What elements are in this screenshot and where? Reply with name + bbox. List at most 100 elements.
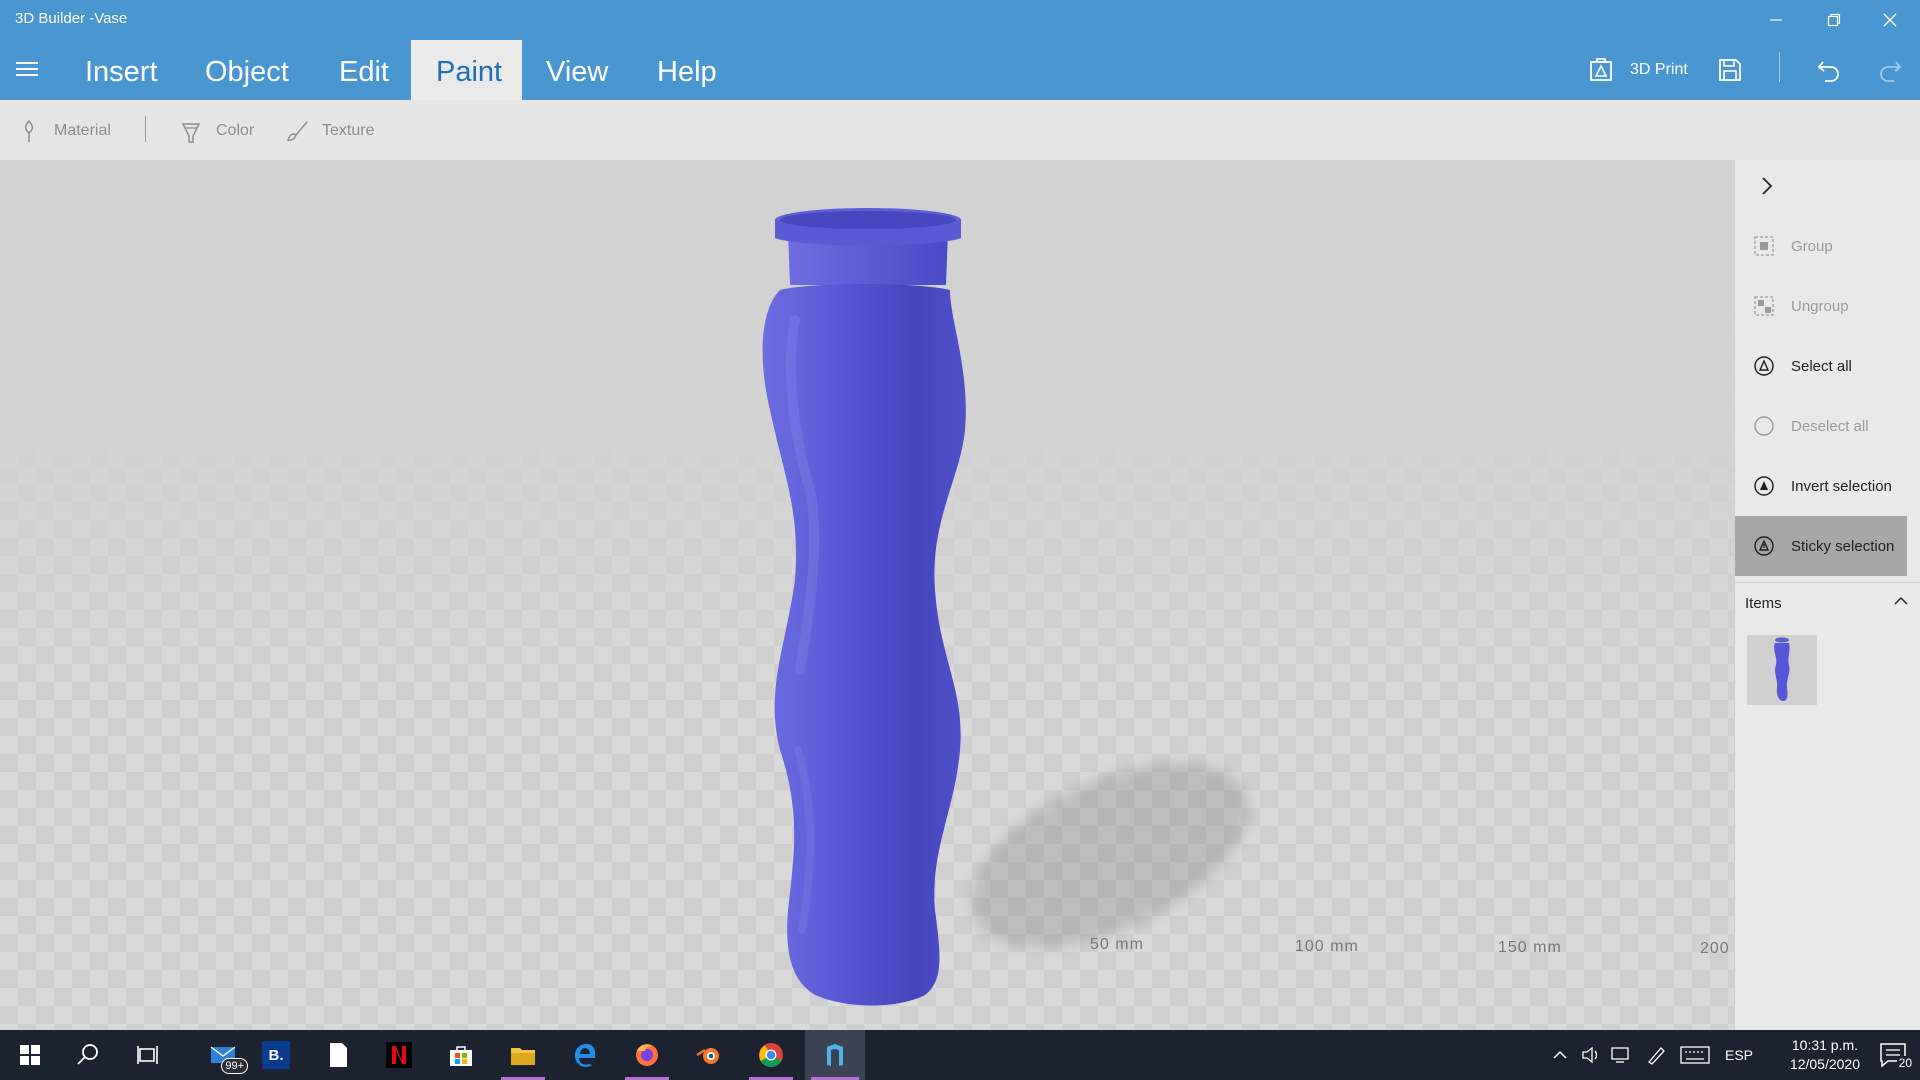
netflix-button[interactable] [371,1030,427,1080]
sticky-selection-button[interactable]: Sticky selection [1735,516,1907,576]
invert-selection-icon [1754,476,1774,496]
deselect-all-button[interactable]: Deselect all [1735,396,1907,456]
3d-print-label: 3D Print [1630,61,1688,78]
folder-icon [511,1048,535,1065]
redo-icon [1880,61,1902,82]
restore-button[interactable] [1810,0,1858,40]
document-icon [330,1043,347,1067]
task-view-button[interactable] [120,1030,176,1080]
chrome-button[interactable] [743,1030,799,1080]
search-icon [77,1044,98,1065]
3d-builder-taskbar-button[interactable] [805,1030,865,1080]
3d-print-button[interactable]: 3D Print [1588,40,1688,100]
paint-toolbar: Material Color Texture [0,100,1920,160]
tab-insert[interactable]: Insert [60,40,183,100]
vase-thumbnail-icon [1774,637,1790,701]
ungroup-icon [1754,296,1774,316]
close-button[interactable] [1866,0,1914,40]
chevron-up-icon[interactable] [1552,1047,1568,1063]
notepad-button[interactable] [310,1030,366,1080]
tab-view[interactable]: View [521,40,633,100]
save-button[interactable] [1716,40,1744,100]
3d-print-icon [1590,58,1612,81]
minimize-icon [1770,19,1782,21]
invert-selection-button[interactable]: Invert selection [1735,456,1907,516]
ruler-label: 100 mm [1295,938,1359,955]
texture-label: Texture [322,122,375,139]
deselect-all-label: Deselect all [1791,417,1869,435]
toolbar-divider [1779,52,1780,82]
task-view-icon [137,1046,158,1064]
edge-icon [574,1043,596,1067]
touch-keyboard-icon[interactable] [1680,1046,1710,1064]
paint-bucket-icon [181,123,201,143]
group-label: Group [1791,237,1833,255]
edge-browser-button[interactable] [557,1030,613,1080]
ruler-label: 200 [1700,940,1730,957]
input-language-indicator[interactable]: ESP [1725,1030,1753,1080]
ungroup-label: Ungroup [1791,297,1849,315]
item-thumbnail-vase[interactable] [1747,635,1817,705]
chevron-right-icon[interactable] [1755,174,1779,198]
undo-icon [1817,61,1839,82]
booking-app-button[interactable]: B. [248,1030,304,1080]
system-clock[interactable]: 10:31 p.m. 12/05/2020 [1790,1036,1860,1074]
select-all-icon [1754,356,1774,376]
store-button[interactable] [433,1030,489,1080]
network-icon[interactable] [1610,1045,1632,1065]
mail-unread-badge: 99+ [221,1058,248,1074]
3d-viewport[interactable]: 50 mm 100 mm 150 mm 200 [0,160,1734,1030]
texture-button[interactable]: Texture [284,118,374,144]
vase-3d-object[interactable] [740,190,1020,1030]
minimize-button[interactable] [1752,0,1800,40]
windows-logo-icon [20,1045,40,1065]
items-label: Items [1745,595,1782,612]
store-bag-icon [450,1046,472,1066]
firefox-button[interactable] [619,1030,675,1080]
start-button[interactable] [2,1030,58,1080]
toolbar-divider [145,116,146,142]
file-explorer-button[interactable] [495,1030,551,1080]
material-button[interactable]: Material [16,118,111,144]
chrome-icon [759,1043,783,1068]
brush-icon [287,121,308,141]
tab-object[interactable]: Object [180,40,314,100]
close-icon [1883,13,1897,27]
redo-button[interactable] [1876,40,1904,100]
color-button[interactable]: Color [178,118,254,144]
title-bar: 3D Builder -Vase [0,0,1920,40]
items-section-header[interactable]: Items [1735,582,1920,618]
select-all-label: Select all [1791,357,1852,375]
material-icon [24,119,34,142]
netflix-icon [386,1042,412,1068]
window-title: 3D Builder -Vase [15,10,128,27]
clock-time: 10:31 p.m. [1791,1037,1859,1053]
blender-button[interactable] [681,1030,737,1080]
restore-icon [1827,13,1841,27]
group-button[interactable]: Group [1735,216,1907,276]
mail-app-button[interactable]: 99+ [190,1030,256,1080]
ruler-label: 50 mm [1090,936,1144,953]
chevron-up-icon[interactable] [1893,593,1909,609]
notification-count-badge: 20 [1896,1056,1914,1070]
ungroup-button[interactable]: Ungroup [1735,276,1907,336]
color-label: Color [216,122,255,139]
firefox-icon [636,1044,658,1066]
sticky-selection-label: Sticky selection [1791,537,1895,555]
tab-paint[interactable]: Paint [411,40,522,100]
tab-help[interactable]: Help [632,40,742,100]
invert-selection-label: Invert selection [1791,477,1892,495]
select-all-button[interactable]: Select all [1735,336,1907,396]
blender-icon [696,1048,719,1064]
group-icon [1754,236,1774,256]
ruler-label: 150 mm [1498,939,1562,956]
undo-button[interactable] [1815,40,1843,100]
pen-ink-workspace-icon[interactable] [1645,1044,1667,1066]
tab-edit[interactable]: Edit [314,40,414,100]
volume-icon[interactable] [1580,1045,1600,1065]
selection-side-panel: Group Ungroup Select all Deselect all In… [1734,160,1920,1030]
3d-builder-icon [827,1044,843,1066]
hamburger-menu-icon[interactable] [14,58,42,82]
search-button[interactable] [60,1030,116,1080]
deselect-all-icon [1754,416,1774,436]
